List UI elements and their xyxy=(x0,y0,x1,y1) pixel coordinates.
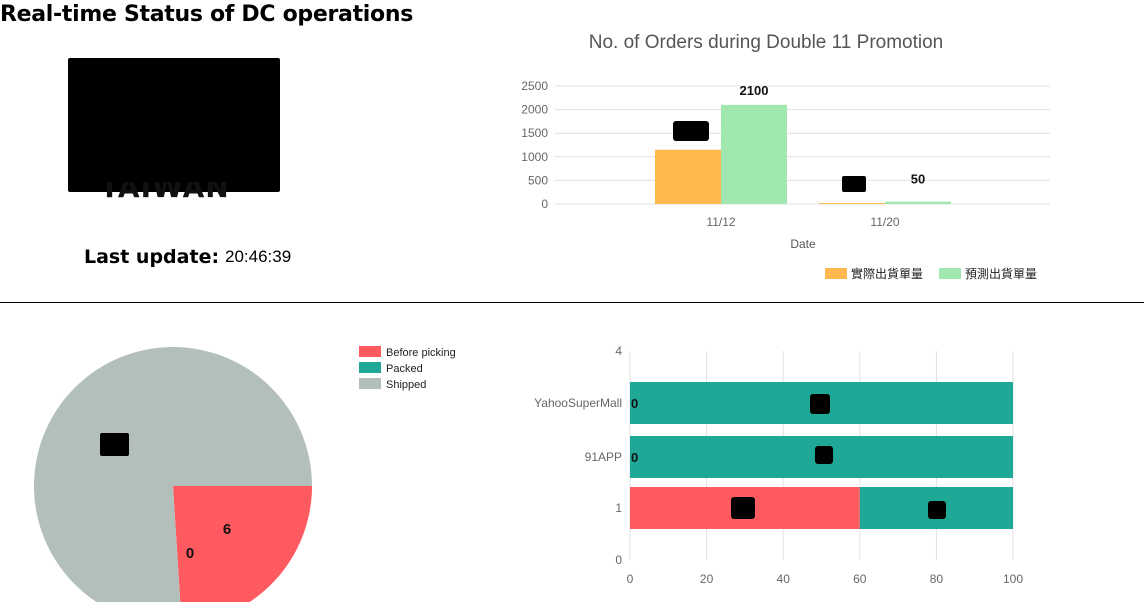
orders-ytick-label: 2500 xyxy=(521,79,548,93)
channel-status-bar-chart: 0 20 40 60 80 1004YahooSuperMall91APP10 00 xyxy=(534,344,1023,586)
orders-bar-chart: No. of Orders during Double 11 Promotion… xyxy=(521,32,1050,281)
orders-ytick-label: 1500 xyxy=(521,126,548,140)
channel-ytick-label: 0 xyxy=(615,553,622,567)
orders-chart-title: No. of Orders during Double 11 Promotion xyxy=(589,32,944,53)
orders-bar xyxy=(655,149,721,204)
channel-xtick-label: 0 xyxy=(627,572,634,586)
pie-legend-swatch xyxy=(359,346,381,357)
orders-legend-swatch xyxy=(939,268,961,279)
orders-xtick-label: 11/20 xyxy=(870,215,899,229)
pie-legend-label: Shipped xyxy=(386,379,426,391)
redacted-label xyxy=(673,121,709,141)
pie-legend-label: Before picking xyxy=(386,347,456,359)
channel-xtick-label: 40 xyxy=(777,572,791,586)
pie-slice-label: 0 xyxy=(186,545,194,562)
channel-xtick-label: 20 xyxy=(700,572,714,586)
orders-bar xyxy=(721,104,787,204)
channel-xtick-label: 80 xyxy=(930,572,944,586)
orders-legend-label: 預測出貨單量 xyxy=(965,266,1037,281)
channel-ytick-label: 4 xyxy=(615,344,622,358)
redacted-label xyxy=(815,446,833,464)
order-status-pie-chart: 6 0 Before picking Packed Shipped xyxy=(34,346,456,602)
redacted-label xyxy=(842,176,866,192)
pie-slice-label: 6 xyxy=(223,521,231,538)
channel-xtick-label: 60 xyxy=(853,572,867,586)
orders-bar-label: 50 xyxy=(911,172,925,187)
orders-legend-label: 實際出貨單量 xyxy=(851,266,923,281)
channel-ytick-label: 1 xyxy=(615,501,622,515)
channel-ytick-label: YahooSuperMall xyxy=(534,396,622,410)
pie-legend-swatch xyxy=(359,378,381,389)
orders-bar xyxy=(819,203,885,205)
orders-legend-swatch xyxy=(825,268,847,279)
orders-bar xyxy=(885,201,951,204)
orders-ytick-label: 1000 xyxy=(521,150,548,164)
channel-bar-label: 0 xyxy=(631,450,638,465)
orders-ytick-label: 2000 xyxy=(521,103,548,117)
redacted-label xyxy=(928,501,946,519)
redacted-label xyxy=(810,394,830,414)
redacted-label xyxy=(731,497,755,519)
redacted-label xyxy=(100,433,129,456)
pie-legend-label: Packed xyxy=(386,363,423,375)
orders-bar-label: 2100 xyxy=(740,83,769,98)
orders-xaxis-label: Date xyxy=(790,237,816,251)
orders-xtick-label: 11/12 xyxy=(706,215,735,229)
channel-bar-label: 0 xyxy=(631,396,638,411)
pie-slice xyxy=(173,486,312,602)
channel-xtick-label: 100 xyxy=(1003,572,1023,586)
channel-ytick-label: 91APP xyxy=(585,450,622,464)
pie-legend-swatch xyxy=(359,362,381,373)
orders-ytick-label: 0 xyxy=(541,197,548,211)
orders-ytick-label: 500 xyxy=(528,173,548,187)
